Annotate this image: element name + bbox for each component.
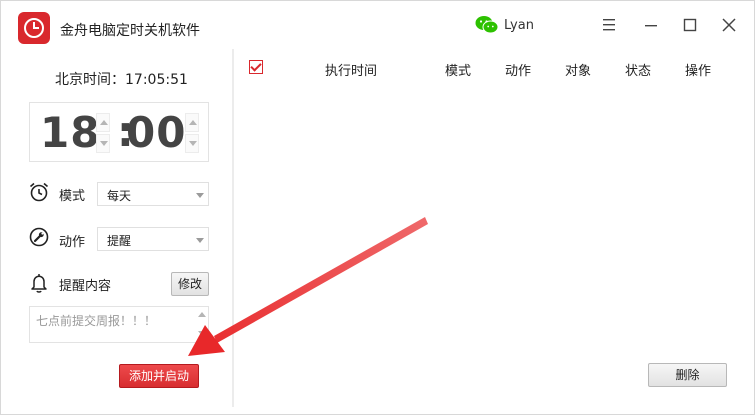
hour-up-icon[interactable] [96, 113, 110, 132]
hour-stepper[interactable] [96, 113, 110, 153]
delete-button[interactable]: 删除 [648, 363, 727, 387]
column-header: 执行时间 [325, 64, 378, 79]
column-header: 对象 [565, 64, 592, 79]
mode-label: 模式 [59, 189, 86, 204]
minute-value[interactable]: 00 [126, 108, 186, 158]
reminder-label: 提醒内容 [59, 279, 112, 294]
minute-stepper[interactable] [185, 113, 199, 153]
panel-divider [232, 49, 234, 407]
close-icon[interactable] [715, 11, 743, 39]
minute-up-icon[interactable] [185, 113, 199, 132]
chevron-down-icon [196, 238, 204, 243]
task-table-header: 执行时间 模式 动作 对象 状态 操作 [234, 49, 746, 87]
select-all-checkbox[interactable] [249, 60, 263, 74]
beijing-time-label: 北京时间： [55, 72, 125, 88]
time-picker: 18 : 00 [29, 102, 209, 162]
mode-select[interactable]: 每天 [97, 182, 209, 206]
beijing-time-value: 17:05:51 [125, 72, 188, 88]
bell-icon [31, 274, 47, 293]
app-logo-icon [18, 12, 50, 44]
app-title: 金舟电脑定时关机软件 [60, 23, 200, 39]
add-and-start-button[interactable]: 添加并启动 [119, 364, 199, 388]
action-label: 动作 [59, 235, 86, 250]
hamburger-menu-icon[interactable] [595, 11, 623, 39]
scroll-down-icon[interactable] [195, 325, 209, 342]
minute-down-icon[interactable] [185, 134, 199, 153]
title-bar: 金舟电脑定时关机软件 Lyan [1, 1, 754, 49]
hour-value[interactable]: 18 [40, 108, 100, 158]
reminder-content-field[interactable]: 七点前提交周报！！！ [29, 306, 209, 343]
user-name[interactable]: Lyan [504, 18, 534, 33]
action-value: 提醒 [107, 234, 132, 248]
scroll-up-icon[interactable] [195, 306, 209, 323]
wechat-icon [475, 16, 499, 34]
column-header: 操作 [685, 64, 712, 79]
reminder-scrollbar[interactable] [195, 306, 209, 343]
wrench-icon [29, 227, 49, 247]
column-header: 模式 [445, 64, 472, 79]
reminder-content-text: 七点前提交周报！！！ [36, 314, 157, 328]
mode-value: 每天 [107, 189, 132, 203]
beijing-time: 北京时间：17:05:51 [55, 69, 188, 89]
edit-reminder-button[interactable]: 修改 [171, 272, 209, 296]
hour-down-icon[interactable] [96, 134, 110, 153]
minimize-icon[interactable] [637, 11, 665, 39]
chevron-down-icon [196, 193, 204, 198]
maximize-icon[interactable] [676, 11, 704, 39]
column-header: 状态 [625, 64, 652, 79]
column-header: 动作 [505, 64, 532, 79]
app-window: 金舟电脑定时关机软件 Lyan 北京时间：17:05:51 18: 00 模式… [0, 0, 755, 415]
task-settings-panel: 北京时间：17:05:51 18 : 00 模式 每天 动作 提醒 提醒内容 修… [9, 49, 231, 407]
alarm-clock-icon [29, 182, 49, 202]
action-select[interactable]: 提醒 [97, 227, 209, 251]
